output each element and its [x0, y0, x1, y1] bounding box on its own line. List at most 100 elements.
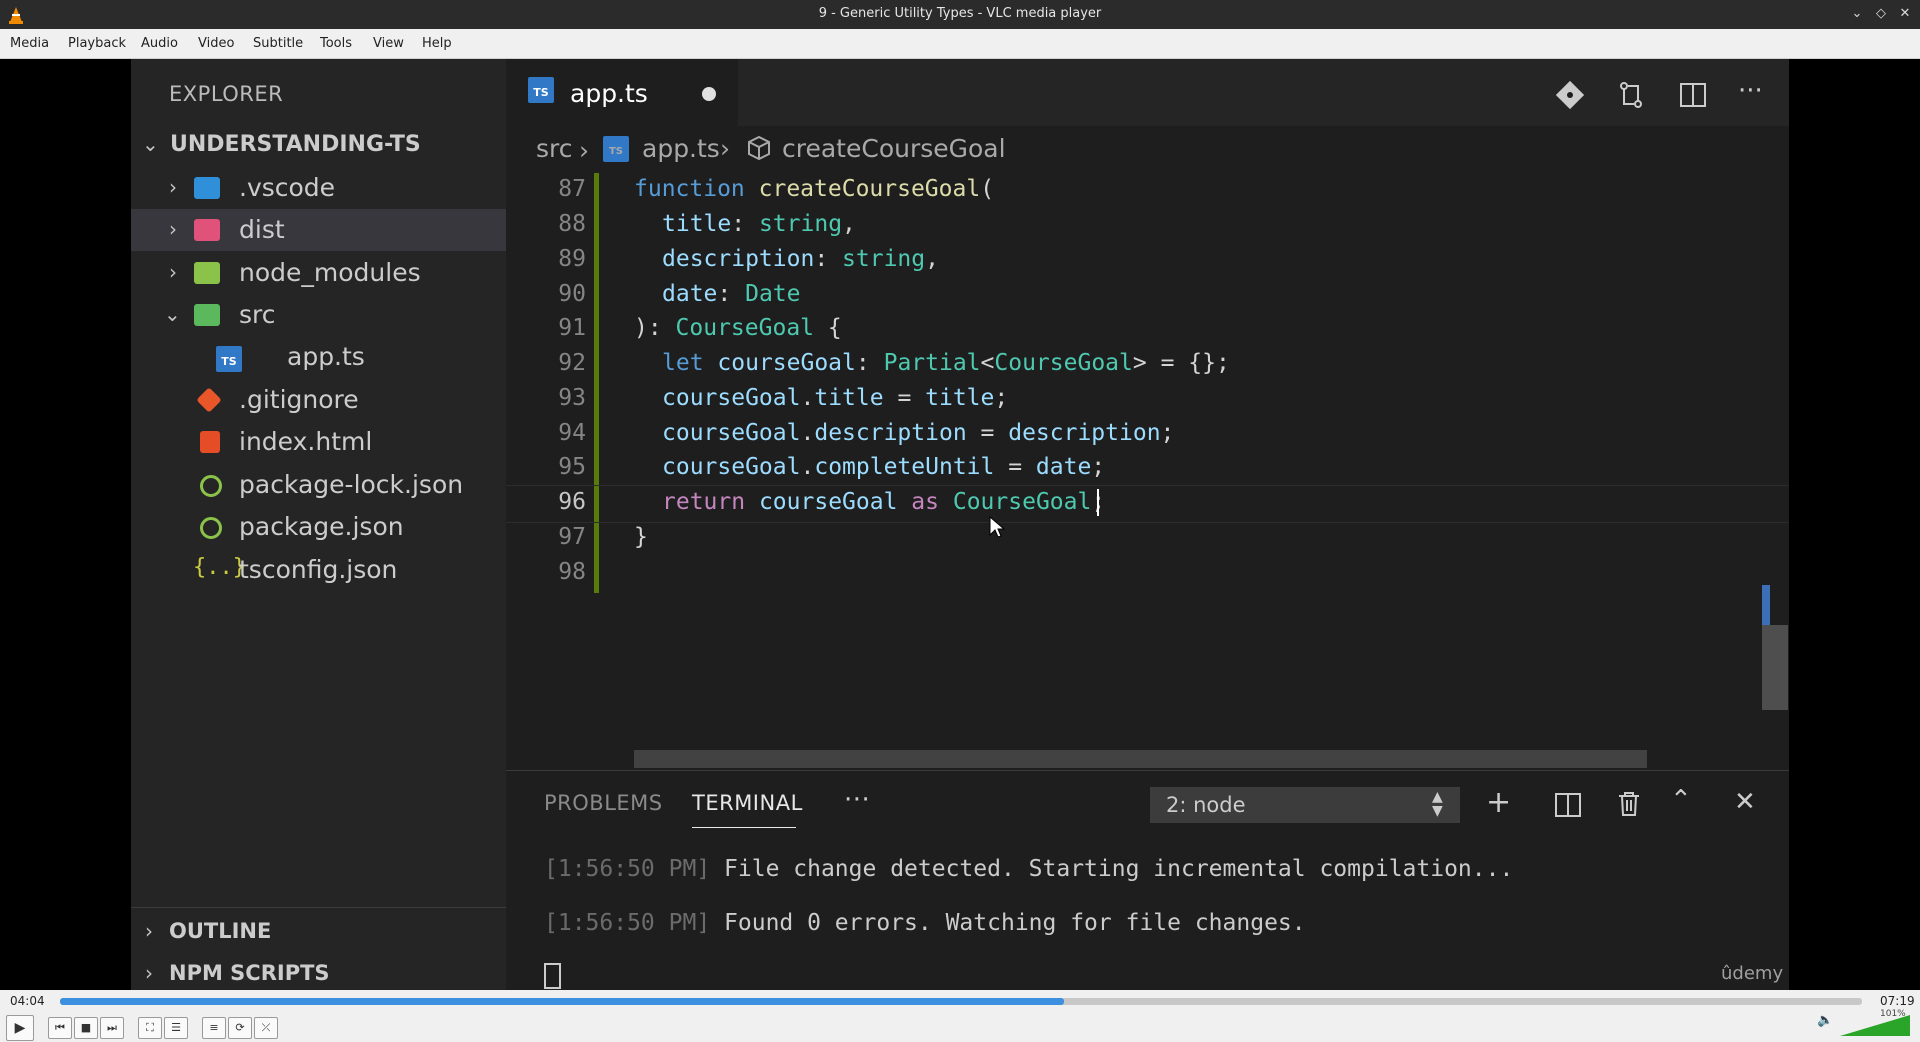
code-line: ): CourseGoal { [634, 315, 842, 341]
project-header: ⌄ UNDERSTANDING-TS [131, 124, 506, 166]
outline-label: OUTLINE [169, 919, 272, 943]
split-editor-icon[interactable] [1678, 80, 1708, 110]
mouse-pointer-icon [989, 515, 1006, 538]
menu-playback[interactable]: Playback [68, 36, 126, 51]
breadcrumb-src[interactable]: src [536, 134, 573, 163]
git-icon[interactable] [1555, 80, 1585, 110]
explorer-sidebar: EXPLORER ⌄ UNDERSTANDING-TS › .vscode › … [131, 59, 506, 990]
tree-item-dist: › dist [131, 209, 506, 251]
tree-item-app-ts: TS app.ts [131, 336, 506, 378]
chevron-right-icon: › [145, 961, 153, 985]
fullscreen-button[interactable]: ⛶ [138, 1017, 162, 1039]
player-controls: 04:04 07:19 ▶ ⏮ ■ ⏭ ⛶ ☰ ≡ ⟳ ⤫ 🔈 101% [0, 990, 1920, 1042]
playlist-button[interactable]: ≡ [202, 1017, 226, 1039]
project-name: UNDERSTANDING-TS [170, 132, 421, 157]
git-change-gutter [594, 173, 599, 593]
function-cube-icon [748, 135, 770, 161]
seek-bar[interactable] [60, 998, 1862, 1005]
terminal-timestamp: [1:56:50 PM] [544, 910, 711, 936]
menu-media[interactable]: Media [10, 36, 49, 51]
tab-label: app.ts [570, 79, 648, 108]
line-number: 90 [558, 281, 586, 307]
outline-section[interactable]: › OUTLINE [131, 911, 506, 953]
divider [131, 907, 506, 908]
close-icon[interactable]: ✕ [1897, 6, 1913, 22]
unsaved-dot-icon[interactable] [702, 87, 716, 101]
menu-bar: Media Playback Audio Video Subtitle Tool… [0, 29, 1920, 59]
code-line: let courseGoal: Partial<CourseGoal> = {}… [662, 350, 1230, 376]
elapsed-time: 04:04 [10, 994, 45, 1008]
breadcrumb-symbol[interactable]: createCourseGoal [782, 134, 1006, 163]
line-number: 97 [558, 524, 586, 550]
select-arrows-icon: ▲ ▼ [1432, 789, 1443, 819]
speaker-icon[interactable]: 🔈 [1817, 1013, 1833, 1028]
more-panels-icon[interactable]: ··· [844, 785, 870, 815]
maximize-icon[interactable]: ◇ [1873, 6, 1889, 22]
line-number: 92 [558, 350, 586, 376]
tab-problems[interactable]: PROBLEMS [544, 791, 663, 815]
line-number: 89 [558, 246, 586, 272]
terminal-cursor [544, 963, 561, 989]
vertical-scrollbar[interactable] [1762, 625, 1788, 710]
chevron-down-icon: ⌄ [164, 302, 181, 326]
text-cursor [1097, 489, 1099, 516]
code-line: courseGoal.description = description; [662, 420, 1175, 446]
bottom-panel: PROBLEMS TERMINAL ··· 2: node ▲ ▼ + ⌃ ✕ [… [506, 770, 1789, 991]
folder-vscode-icon [194, 177, 220, 199]
shuffle-button[interactable]: ⤫ [254, 1017, 278, 1039]
tab-app-ts[interactable]: TS app.ts [506, 59, 738, 126]
terminal-select[interactable]: 2: node ▲ ▼ [1150, 787, 1460, 823]
tree-item-label: src [239, 300, 276, 329]
code-line: } [634, 524, 648, 550]
line-number: 91 [558, 315, 586, 341]
code-line: description: string, [662, 246, 939, 272]
close-panel-icon[interactable]: ✕ [1734, 787, 1756, 817]
active-tab-underline [692, 827, 796, 828]
chevron-right-icon: › [579, 136, 589, 165]
menu-tools[interactable]: Tools [320, 36, 352, 51]
compare-changes-icon[interactable] [1616, 80, 1646, 110]
more-actions-icon[interactable]: ··· [1738, 76, 1763, 106]
breadcrumb-file[interactable]: app.ts [642, 134, 720, 163]
menu-view[interactable]: View [373, 36, 404, 51]
menu-subtitle[interactable]: Subtitle [253, 36, 303, 51]
code-line: function createCourseGoal( [634, 176, 995, 202]
loop-button[interactable]: ⟳ [228, 1017, 252, 1039]
npm-scripts-label: NPM SCRIPTS [169, 961, 330, 985]
previous-button[interactable]: ⏮ [48, 1017, 72, 1039]
chevron-right-icon: › [720, 134, 730, 163]
minimize-icon[interactable]: ⌄ [1849, 6, 1865, 22]
play-button[interactable]: ▶ [6, 1015, 34, 1041]
split-terminal-icon[interactable] [1554, 791, 1582, 819]
extended-settings-button[interactable]: ☰ [164, 1017, 188, 1039]
tree-item-gitignore: .gitignore [131, 379, 506, 421]
git-file-icon [196, 387, 222, 413]
trash-icon[interactable] [1616, 790, 1642, 818]
terminal-text: File change detected. Starting increment… [724, 856, 1514, 882]
npm-scripts-section[interactable]: › NPM SCRIPTS [131, 953, 506, 995]
tree-item-label: node_modules [239, 258, 421, 287]
tab-terminal[interactable]: TERMINAL [692, 791, 803, 815]
new-terminal-icon[interactable]: + [1486, 785, 1511, 820]
horizontal-scrollbar[interactable] [634, 750, 1647, 768]
tree-item-vscode: › .vscode [131, 167, 506, 209]
menu-audio[interactable]: Audio [141, 36, 178, 51]
chevron-down-icon: ⌄ [142, 132, 159, 156]
stop-button[interactable]: ■ [74, 1017, 98, 1039]
maximize-panel-icon[interactable]: ⌃ [1670, 785, 1692, 815]
tree-item-tsconfig: {..} tsconfig.json [131, 549, 506, 591]
tree-item-index-html: index.html [131, 421, 506, 463]
terminal-line: [1:56:50 PM] File change detected. Start… [544, 856, 1513, 882]
tree-item-node-modules: › node_modules [131, 252, 506, 294]
tree-item-package-json: package.json [131, 506, 506, 548]
typescript-file-icon: TS [528, 77, 554, 103]
explorer-title: EXPLORER [169, 82, 284, 106]
tree-item-label: dist [239, 215, 285, 244]
title-bar: 9 - Generic Utility Types - VLC media pl… [0, 0, 1920, 29]
node-file-icon [200, 517, 222, 539]
line-number: 94 [558, 420, 586, 446]
node-file-icon [200, 475, 222, 497]
menu-video[interactable]: Video [198, 36, 234, 51]
menu-help[interactable]: Help [422, 36, 452, 51]
next-button[interactable]: ⏭ [100, 1017, 124, 1039]
